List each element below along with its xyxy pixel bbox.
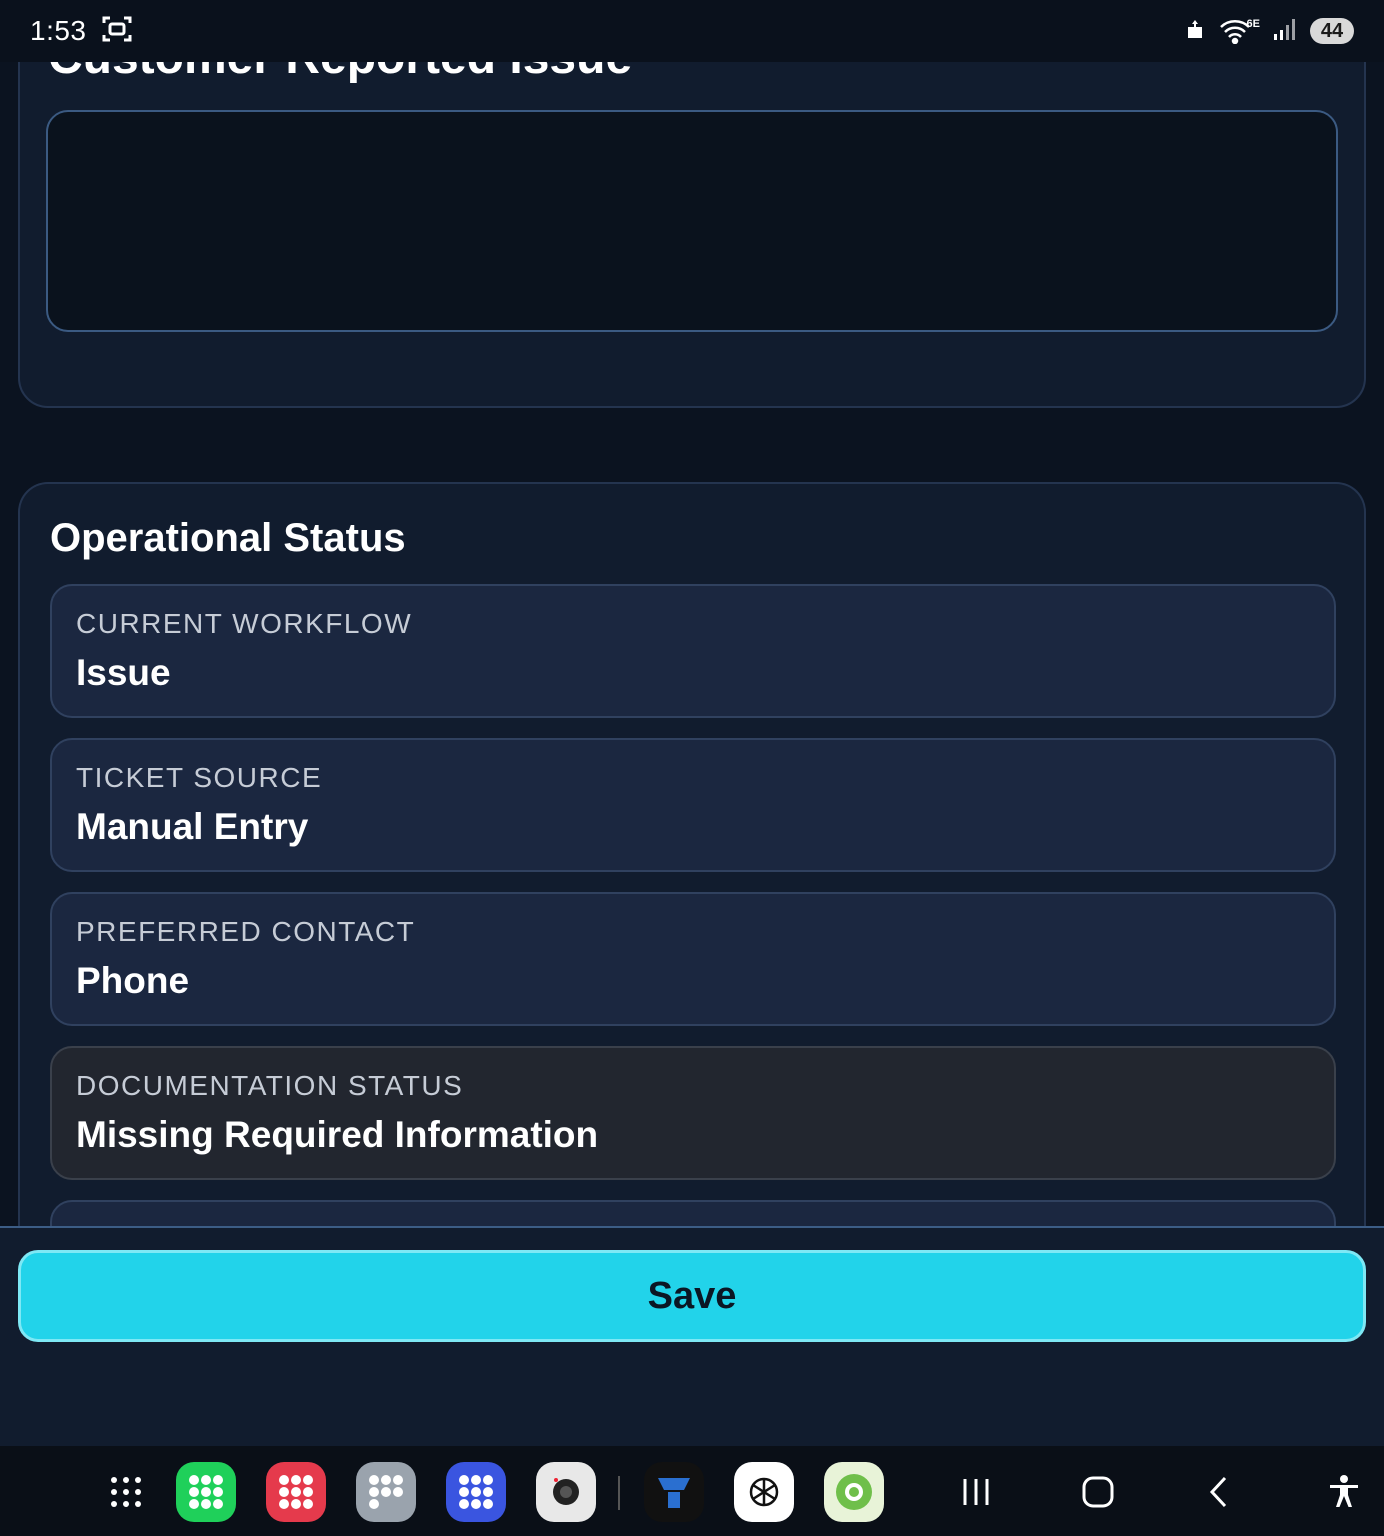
next-field-partial[interactable] bbox=[50, 1200, 1336, 1226]
back-button[interactable] bbox=[1194, 1466, 1246, 1518]
field-value: Manual Entry bbox=[76, 806, 309, 847]
documentation-status-field[interactable]: DOCUMENTATION STATUS Missing Required In… bbox=[50, 1046, 1336, 1180]
status-time: 1:53 bbox=[30, 15, 87, 46]
operational-status-card: Operational Status CURRENT WORKFLOW Issu… bbox=[18, 482, 1366, 1226]
recents-button[interactable] bbox=[950, 1466, 1002, 1518]
content-scroll-area[interactable]: Customer Reported Issue Operational Stat… bbox=[0, 62, 1384, 1226]
customer-issue-card: Customer Reported Issue bbox=[18, 62, 1366, 408]
field-label: PREFERRED CONTACT bbox=[76, 916, 416, 947]
home-button[interactable] bbox=[1072, 1466, 1124, 1518]
battery-indicator: 44 bbox=[1310, 18, 1354, 44]
tf-app-icon[interactable] bbox=[644, 1462, 704, 1522]
folder-red-icon[interactable] bbox=[266, 1462, 326, 1522]
folder-blue-icon[interactable] bbox=[446, 1462, 506, 1522]
field-label: CURRENT WORKFLOW bbox=[76, 608, 413, 639]
signal-icon bbox=[1272, 16, 1298, 47]
wifi-icon: 6E bbox=[1219, 18, 1260, 44]
save-bar: Save bbox=[0, 1226, 1384, 1446]
screen-capture-icon bbox=[101, 13, 133, 50]
navigation-bar bbox=[0, 1446, 1384, 1536]
field-value: Missing Required Information bbox=[76, 1114, 599, 1155]
customer-issue-textarea[interactable] bbox=[46, 110, 1338, 332]
ticket-source-field[interactable]: TICKET SOURCE Manual Entry bbox=[50, 738, 1336, 872]
current-workflow-field[interactable]: CURRENT WORKFLOW Issue bbox=[50, 584, 1336, 718]
app-drawer-icon[interactable] bbox=[96, 1462, 156, 1522]
network-label: 6E bbox=[1246, 18, 1260, 30]
notification-icon bbox=[1183, 17, 1207, 46]
chatgpt-icon[interactable] bbox=[734, 1462, 794, 1522]
field-label: TICKET SOURCE bbox=[76, 762, 323, 793]
android-app-icon[interactable] bbox=[824, 1462, 884, 1522]
folder-green-icon[interactable] bbox=[176, 1462, 236, 1522]
camera-icon[interactable] bbox=[536, 1462, 596, 1522]
status-bar: 1:53 6E 44 bbox=[0, 0, 1384, 62]
dock-divider bbox=[618, 1476, 620, 1510]
field-value: Phone bbox=[76, 960, 190, 1001]
save-button[interactable]: Save bbox=[18, 1250, 1366, 1342]
field-value: Issue bbox=[76, 652, 171, 693]
operational-status-title: Operational Status bbox=[50, 516, 406, 560]
customer-issue-title: Customer Reported Issue bbox=[48, 62, 632, 85]
field-label: DOCUMENTATION STATUS bbox=[76, 1070, 464, 1101]
accessibility-icon[interactable] bbox=[1318, 1466, 1370, 1518]
preferred-contact-field[interactable]: PREFERRED CONTACT Phone bbox=[50, 892, 1336, 1026]
folder-gray-icon[interactable] bbox=[356, 1462, 416, 1522]
